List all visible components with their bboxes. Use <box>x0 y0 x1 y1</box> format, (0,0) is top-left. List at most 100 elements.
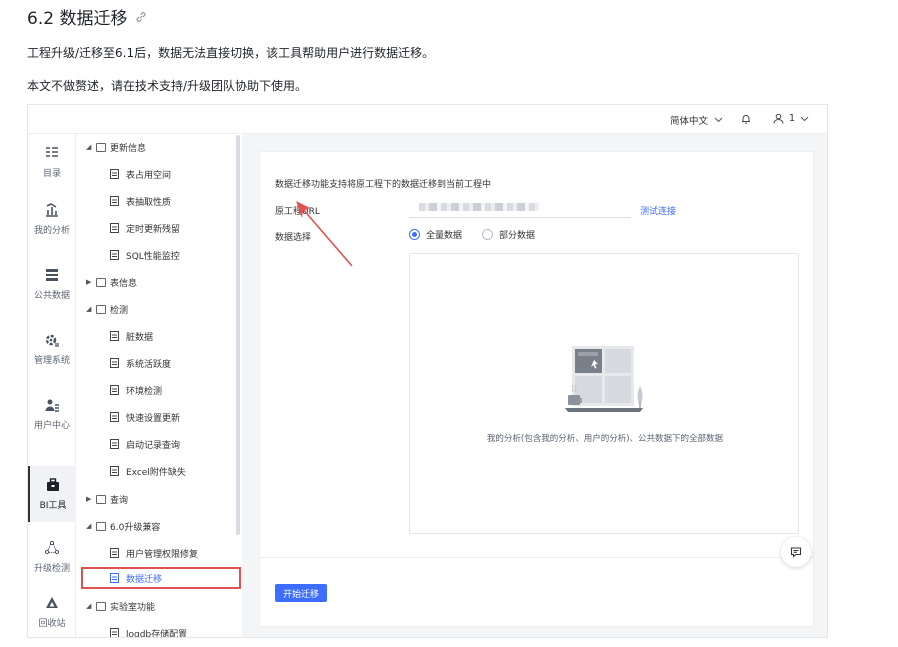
tree-item[interactable]: 环境检测 <box>76 380 242 400</box>
panel-description: 数据迁移功能支持将原工程下的数据迁移到当前工程中 <box>275 180 492 190</box>
chevron-down-icon <box>800 116 809 121</box>
tree-folder[interactable]: ▶ 查询 <box>76 489 242 509</box>
folder-icon <box>96 521 106 531</box>
tree-item[interactable]: 启动记录查询 <box>76 434 242 454</box>
rail-item-manage-system[interactable]: 管理系统 <box>28 321 76 377</box>
tree-folder[interactable]: ◢ 6.0升级兼容 <box>76 516 242 536</box>
tree-label: logdb存储配置 <box>126 629 188 638</box>
tree-scrollbar[interactable] <box>236 135 240 535</box>
doc-paragraph-2: 本文不做赘述，请在技术支持/升级团队协助下使用。 <box>27 79 308 93</box>
test-connection-link[interactable]: 测试连接 <box>640 204 676 217</box>
tree-item[interactable]: logdb存储配置 <box>76 623 242 638</box>
file-icon <box>110 548 119 558</box>
rail-item-catalog[interactable]: 目录 <box>28 134 76 190</box>
tree-item[interactable]: 定时更新残留 <box>76 218 242 238</box>
catalog-icon <box>46 147 58 157</box>
tree-folder[interactable]: ◢ 实验室功能 <box>76 596 242 616</box>
tree-item[interactable]: 系统活跃度 <box>76 353 242 373</box>
language-selector[interactable]: 简体中文 <box>670 113 723 127</box>
folder-icon <box>96 277 106 287</box>
tree-folder[interactable]: ▶ 表信息 <box>76 272 242 292</box>
chevron-down-icon <box>714 117 723 123</box>
tree-label: 定时更新残留 <box>126 224 181 235</box>
analysis-icon <box>46 203 58 217</box>
tree-label: 查询 <box>110 495 129 506</box>
rail-label: 管理系统 <box>33 356 70 366</box>
tree-item[interactable]: Excel附件缺失 <box>76 461 242 481</box>
anchor-link-icon[interactable] <box>135 11 147 23</box>
rail-label: 我的分析 <box>33 226 70 236</box>
bell-icon[interactable] <box>740 113 752 125</box>
data-preview-box: 我的分析(包含我的分析、用户的分析)、公共数据下的全部数据 <box>409 253 799 534</box>
empty-state-text: 我的分析(包含我的分析、用户的分析)、公共数据下的全部数据 <box>486 434 724 444</box>
user-menu[interactable]: 1 <box>773 113 809 124</box>
start-migration-button[interactable]: 开始迁移 <box>275 584 327 602</box>
user-icon <box>773 113 784 124</box>
data-scope-radio-group: 全量数据 部分数据 <box>409 228 535 241</box>
panel-footer-divider <box>260 557 813 558</box>
radio-all-data[interactable] <box>409 229 420 240</box>
rail-item-my-analysis[interactable]: 我的分析 <box>28 191 76 247</box>
tree-item[interactable]: 表抽取性质 <box>76 191 242 211</box>
tree-folder[interactable]: ◢ 检测 <box>76 299 242 319</box>
chat-icon <box>790 547 802 558</box>
file-icon <box>110 439 119 449</box>
feedback-float-button[interactable] <box>781 537 811 567</box>
source-url-input[interactable] <box>409 198 631 218</box>
left-nav-rail: 目录 我的分析 公共数据 管理系统 用户中心 BI工具 升级检测 回收站 <box>28 134 76 637</box>
bi-tools-icon <box>47 478 59 491</box>
tree-label: 启动记录查询 <box>126 440 181 451</box>
doc-section-title: 6.2 数据迁移 <box>27 4 147 29</box>
rail-item-user-center[interactable]: 用户中心 <box>28 386 76 442</box>
rail-item-public-data[interactable]: 公共数据 <box>28 256 76 312</box>
file-icon <box>110 628 119 637</box>
caret-down-icon: ◢ <box>86 522 92 530</box>
tree-label: 检测 <box>110 305 129 316</box>
tree-item[interactable]: SQL性能监控 <box>76 245 242 265</box>
app-window: 简体中文 1 目录 我的分析 公共数据 管理系统 用户中心 BI工具 升级检测 … <box>27 104 828 638</box>
public-data-icon <box>46 269 58 281</box>
recycle-bin-icon <box>46 597 58 608</box>
manage-system-icon <box>45 334 59 347</box>
rail-item-recycle-bin[interactable]: 回收站 <box>28 584 76 637</box>
tree-folder[interactable]: ◢ 更新信息 <box>76 137 242 157</box>
rail-label: 公共数据 <box>33 291 70 301</box>
user-name: 1 <box>789 113 796 124</box>
file-icon <box>110 466 119 476</box>
caret-right-icon: ▶ <box>86 495 92 503</box>
tree-label: 表占用空间 <box>126 170 172 181</box>
folder-icon <box>96 304 106 314</box>
tree-label: 表抽取性质 <box>126 197 172 208</box>
radio-partial-data[interactable] <box>482 229 494 240</box>
file-icon <box>110 169 119 179</box>
tree-item[interactable]: 用户管理权限修复 <box>76 543 242 563</box>
empty-state-illustration <box>565 346 643 412</box>
tree-item-data-migration[interactable]: 数据迁移 <box>81 567 241 589</box>
tree-item[interactable]: 脏数据 <box>76 326 242 346</box>
rail-item-bi-tools[interactable]: BI工具 <box>28 466 76 522</box>
tree-label: 快速设置更新 <box>126 413 181 424</box>
rail-item-upgrade-check[interactable]: 升级检测 <box>28 529 76 585</box>
doc-paragraph-1: 工程升级/迁移至6.1后，数据无法直接切换，该工具帮助用户进行数据迁移。 <box>27 46 435 60</box>
rail-label: 回收站 <box>38 619 66 629</box>
tree-label: 表信息 <box>110 278 138 289</box>
blurred-url-value <box>419 203 539 211</box>
folder-icon <box>96 142 106 152</box>
folder-icon <box>96 601 106 611</box>
file-icon <box>110 412 119 422</box>
radio-all-label: 全量数据 <box>426 231 463 241</box>
language-label: 简体中文 <box>670 116 709 127</box>
rail-label: 用户中心 <box>33 421 70 431</box>
doc-title-text: 6.2 数据迁移 <box>27 9 128 29</box>
top-bar: 简体中文 1 <box>28 105 827 134</box>
tree-label: SQL性能监控 <box>126 251 180 262</box>
folder-icon <box>96 494 106 504</box>
rail-label: 目录 <box>42 169 61 179</box>
radio-partial-label: 部分数据 <box>499 231 536 241</box>
caret-down-icon: ◢ <box>86 143 92 151</box>
upgrade-check-icon <box>44 540 60 555</box>
file-icon <box>110 358 119 368</box>
tree-item[interactable]: 表占用空间 <box>76 164 242 184</box>
tool-tree: ◢ 更新信息 表占用空间 表抽取性质 定时更新残留 SQL性能监控 ▶ 表信息 … <box>76 134 242 638</box>
tree-item[interactable]: 快速设置更新 <box>76 407 242 427</box>
